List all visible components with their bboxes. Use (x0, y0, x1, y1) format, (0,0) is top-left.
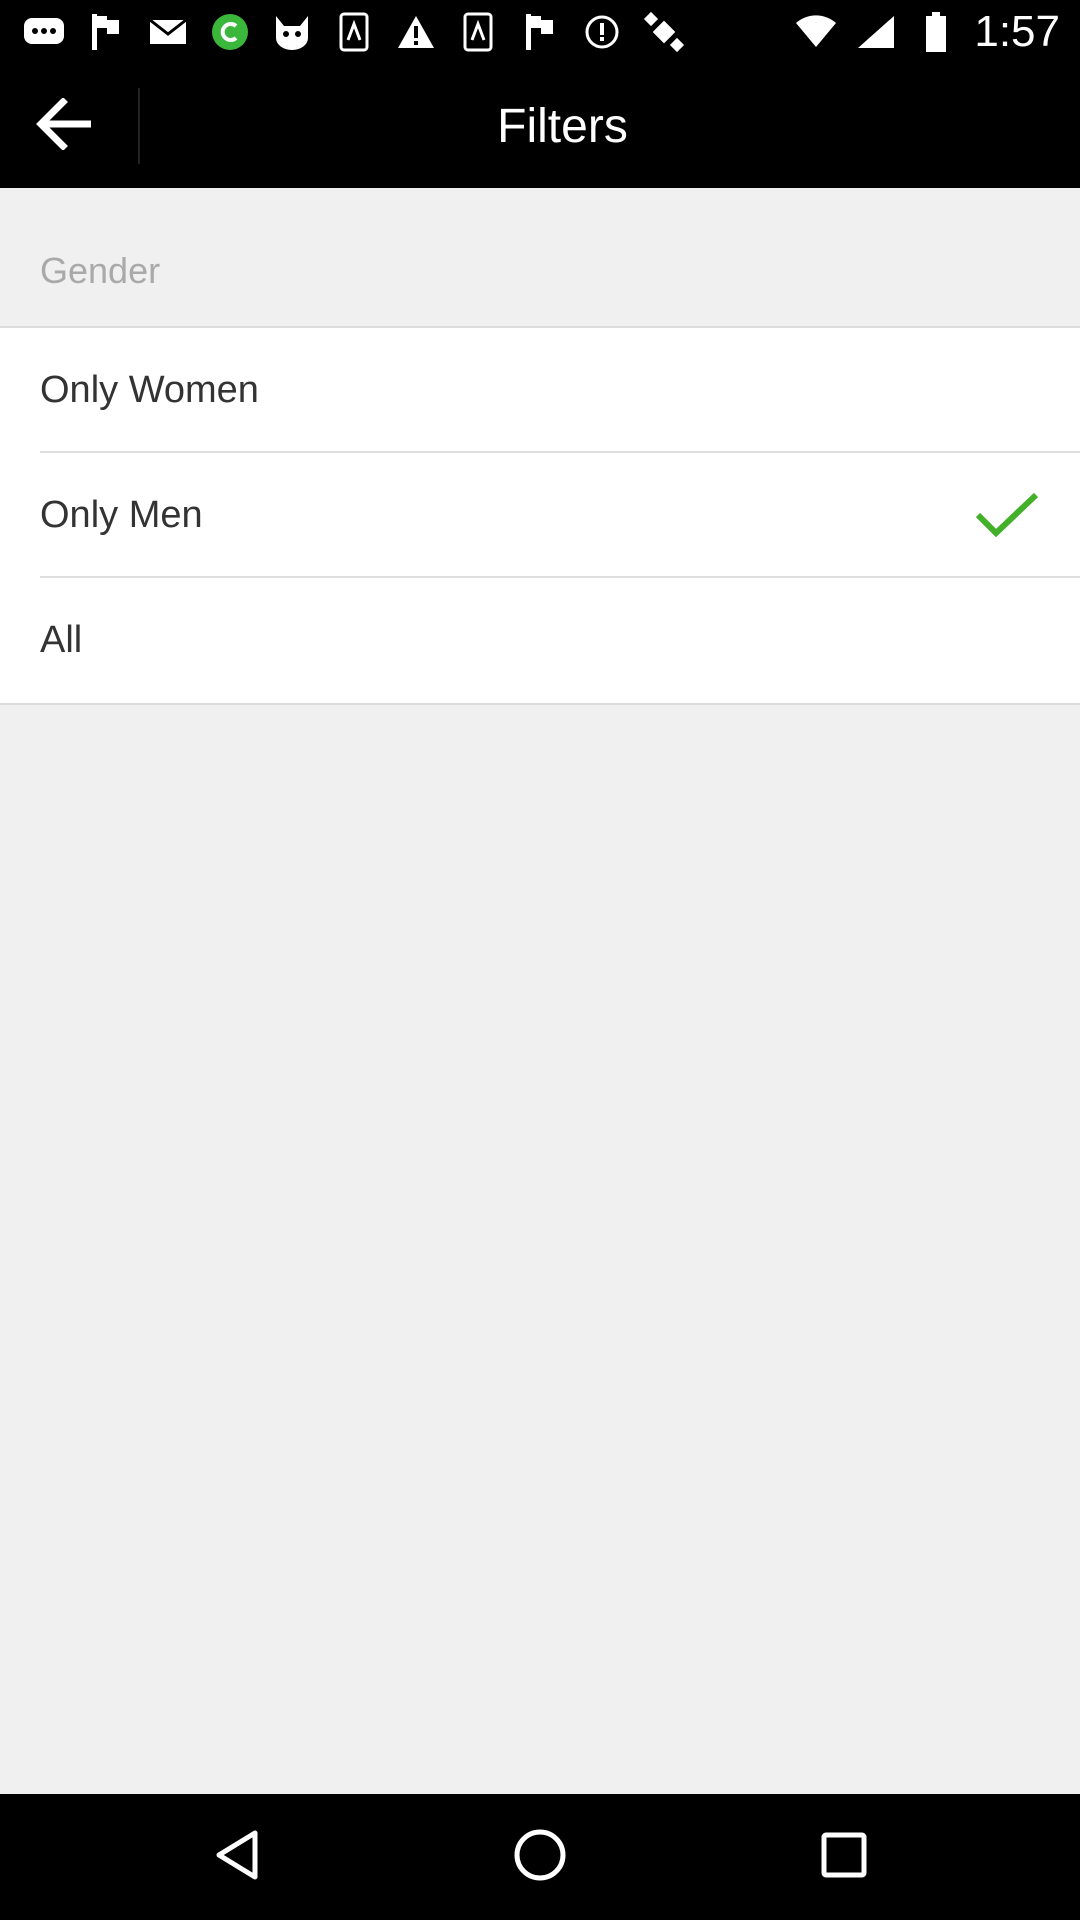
option-label: Only Men (40, 494, 203, 536)
option-all[interactable]: All (0, 578, 1080, 703)
mail-icon (146, 10, 190, 54)
back-triangle-icon (213, 1829, 261, 1886)
nav-recents-button[interactable] (814, 1827, 874, 1887)
nav-back-button[interactable] (207, 1827, 267, 1887)
status-time: 1:57 (974, 7, 1060, 56)
option-only-women[interactable]: Only Women (0, 328, 1080, 453)
arrow-left-icon (35, 96, 95, 155)
c-app-icon (208, 10, 252, 54)
option-label: All (40, 619, 83, 661)
app-bar-divider (138, 88, 140, 164)
system-status: 1:57 (794, 7, 1060, 56)
usb-debug-icon (456, 10, 500, 54)
nav-home-button[interactable] (510, 1827, 570, 1887)
option-only-men[interactable]: Only Men (0, 453, 1080, 578)
flag-icon (84, 10, 128, 54)
signal-icon (854, 10, 898, 54)
navigation-bar (0, 1794, 1080, 1920)
checkmark-icon (974, 489, 1040, 541)
usb-debug-icon (332, 10, 376, 54)
option-label: Only Women (40, 369, 259, 411)
home-circle-icon (513, 1828, 567, 1887)
flag-icon (518, 10, 562, 54)
back-button[interactable] (0, 64, 130, 188)
page-title: Filters (497, 99, 628, 153)
wifi-icon (794, 10, 838, 54)
status-bar: 1:57 (0, 0, 1080, 64)
battery-icon (914, 10, 958, 54)
fake-gps-icon (642, 10, 686, 54)
cat-face-icon (270, 10, 314, 54)
gender-section-header: Gender (0, 188, 1080, 328)
recents-square-icon (820, 1831, 868, 1884)
warning-icon (394, 10, 438, 54)
app-bar: Filters (0, 64, 1080, 188)
chat-icon (22, 10, 66, 54)
do-not-disturb-icon (580, 10, 624, 54)
notification-icons (22, 10, 686, 54)
gender-options-list: Only Women Only Men All (0, 328, 1080, 705)
section-title: Gender (40, 250, 161, 291)
